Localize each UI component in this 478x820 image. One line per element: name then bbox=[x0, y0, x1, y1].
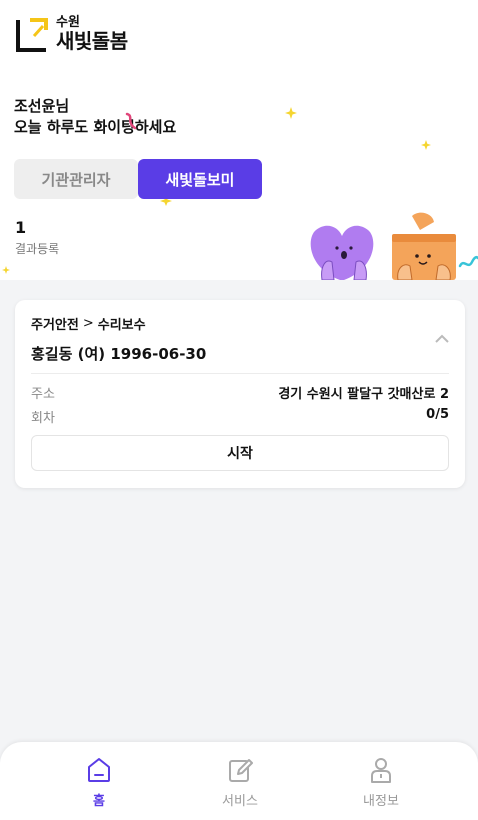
sparkle-icon bbox=[2, 266, 10, 274]
client-info: 홍길동 (여) 1996-06-30 bbox=[31, 345, 207, 363]
category-label: 주거안전 bbox=[31, 318, 79, 333]
tab-profile-label: 내정보 bbox=[363, 794, 399, 809]
role-switcher: 기관관리자 새빛돌보미 bbox=[14, 159, 262, 199]
tab-home[interactable]: 홈 bbox=[54, 756, 144, 809]
tab-home-label: 홈 bbox=[93, 794, 105, 809]
mascot-illustration bbox=[310, 212, 478, 280]
confetti-icon bbox=[125, 112, 137, 130]
tab-service[interactable]: 서비스 bbox=[195, 756, 285, 809]
sparkle-icon bbox=[421, 140, 431, 150]
session-row: 회차 0/5 bbox=[31, 407, 449, 426]
greeting-name: 조선윤님 bbox=[14, 97, 70, 115]
user-icon bbox=[371, 758, 391, 783]
header-area: 수원 새빛돌봄 조선윤님 오늘 하루도 화이팅하세요 기관관리자 새빛돌보미 1… bbox=[0, 0, 478, 280]
bottom-tab-bar: 홈 서비스 내정보 bbox=[0, 742, 478, 820]
greeting: 조선윤님 오늘 하루도 화이팅하세요 bbox=[14, 96, 176, 138]
sparkle-icon bbox=[285, 107, 297, 119]
address-value: 경기 수원시 팔달구 갓매산로 2 bbox=[278, 387, 449, 402]
tab-caregiver[interactable]: 새빛돌보미 bbox=[138, 159, 262, 199]
result-label: 결과등록 bbox=[15, 242, 60, 256]
chevron-up-icon[interactable] bbox=[433, 330, 451, 348]
breadcrumb-separator: > bbox=[82, 316, 94, 331]
start-button[interactable]: 시작 bbox=[31, 435, 449, 471]
result-count: 1 bbox=[15, 218, 27, 237]
logo-mark-icon bbox=[16, 16, 48, 52]
greeting-message: 오늘 하루도 화이팅하세요 bbox=[14, 118, 177, 136]
app-logo: 수원 새빛돌봄 bbox=[16, 16, 128, 52]
logo-big-text: 새빛돌봄 bbox=[56, 29, 128, 53]
logo-small-text: 수원 bbox=[56, 15, 80, 30]
address-row: 주소 경기 수원시 팔달구 갓매산로 2 bbox=[31, 383, 449, 402]
address-key: 주소 bbox=[31, 387, 55, 402]
session-key: 회차 bbox=[31, 411, 55, 426]
service-card[interactable]: 주거안전 > 수리보수 홍길동 (여) 1996-06-30 주소 경기 수원시… bbox=[15, 300, 465, 488]
session-value: 0/5 bbox=[426, 407, 449, 422]
tab-profile[interactable]: 내정보 bbox=[336, 756, 426, 809]
tab-service-label: 서비스 bbox=[222, 794, 258, 809]
result-stat[interactable]: 1 결과등록 bbox=[15, 218, 59, 257]
service-category-breadcrumb: 주거안전 > 수리보수 bbox=[31, 314, 146, 333]
home-icon bbox=[88, 758, 110, 782]
divider bbox=[31, 373, 449, 374]
tab-institution-admin[interactable]: 기관관리자 bbox=[14, 159, 138, 199]
subcategory-label: 수리보수 bbox=[97, 318, 146, 333]
edit-icon bbox=[229, 759, 253, 782]
